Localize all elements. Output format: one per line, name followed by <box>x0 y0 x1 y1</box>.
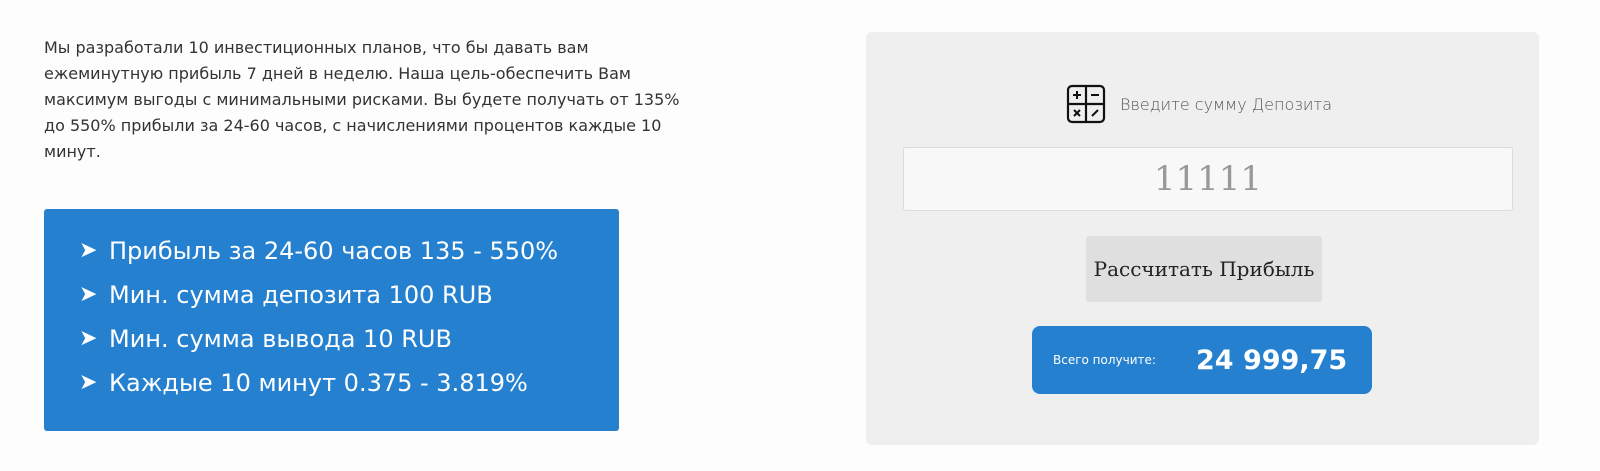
feature-label: Прибыль за 24-60 часов 135 - 550% <box>109 237 559 265</box>
arrow-icon: ➤ <box>79 282 98 307</box>
calculate-profit-button[interactable]: Рассчитать Прибыль <box>1086 236 1322 302</box>
feature-item: ➤ Каждые 10 минут 0.375 - 3.819% <box>79 361 619 405</box>
feature-label: Каждые 10 минут 0.375 - 3.819% <box>109 369 528 397</box>
calculator-icon <box>1066 84 1106 124</box>
arrow-icon: ➤ <box>79 370 98 395</box>
feature-item: ➤ Мин. сумма депозита 100 RUB <box>79 273 619 317</box>
calculator-panel: Введите сумму Депозита Рассчитать Прибыл… <box>866 32 1539 445</box>
feature-item: ➤ Прибыль за 24-60 часов 135 - 550% <box>79 229 619 273</box>
deposit-amount-input[interactable] <box>903 147 1513 211</box>
deposit-prompt-label: Введите сумму Депозита <box>1120 94 1333 114</box>
features-list: ➤ Прибыль за 24-60 часов 135 - 550% ➤ Ми… <box>79 229 619 405</box>
result-box: Всего получите: 24 999,75 <box>1032 326 1372 394</box>
intro-text: Мы разработали 10 инвестиционных планов,… <box>44 38 680 161</box>
feature-label: Мин. сумма депозита 100 RUB <box>109 281 493 309</box>
page: Мы разработали 10 инвестиционных планов,… <box>0 0 1600 471</box>
calculator-header: Введите сумму Депозита <box>1066 84 1332 124</box>
arrow-icon: ➤ <box>79 238 98 263</box>
arrow-icon: ➤ <box>79 326 98 351</box>
features-box: ➤ Прибыль за 24-60 часов 135 - 550% ➤ Ми… <box>44 209 619 431</box>
feature-item: ➤ Мин. сумма вывода 10 RUB <box>79 317 619 361</box>
feature-label: Мин. сумма вывода 10 RUB <box>109 325 452 353</box>
result-label: Всего получите: <box>1053 353 1156 367</box>
result-value: 24 999,75 <box>1196 344 1348 376</box>
